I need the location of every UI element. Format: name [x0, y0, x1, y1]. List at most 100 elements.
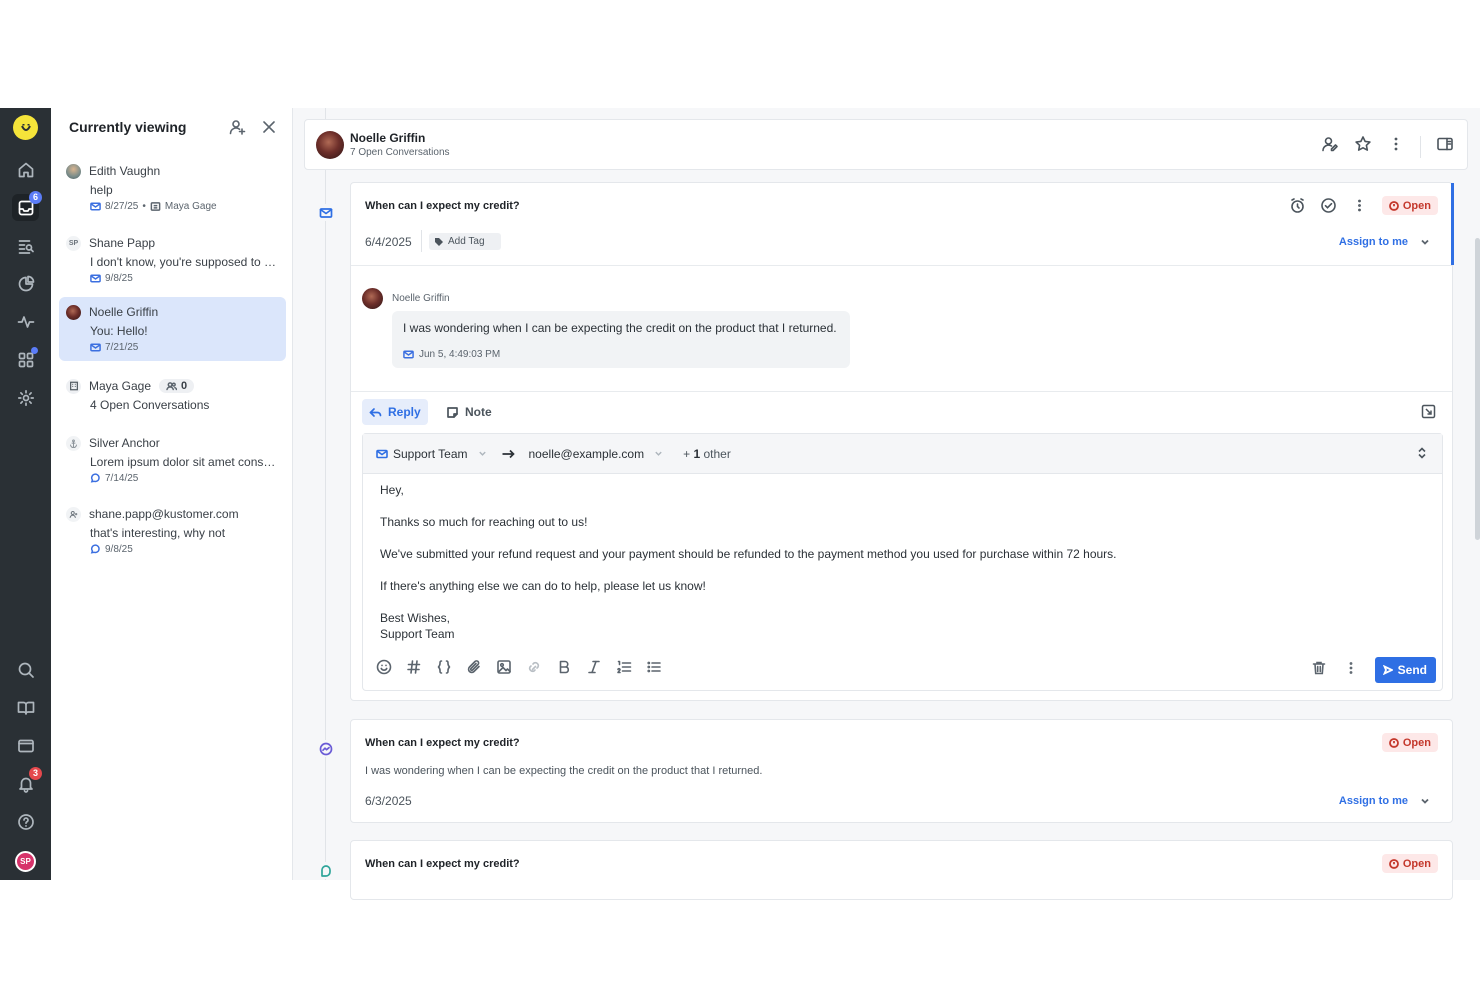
- item-date: 9/8/25: [105, 544, 133, 555]
- image-icon[interactable]: [496, 659, 512, 680]
- send-label: Send: [1397, 663, 1427, 677]
- from-selector[interactable]: Support Team: [376, 447, 468, 461]
- settings-icon[interactable]: [12, 384, 39, 411]
- close-icon[interactable]: [260, 118, 278, 141]
- open-conversations-count: 7 Open Conversations: [350, 147, 450, 158]
- chevron-updown-icon[interactable]: [1415, 446, 1429, 460]
- messenger-channel-icon: [317, 740, 334, 757]
- more-options-icon[interactable]: [1343, 660, 1359, 681]
- bold-icon[interactable]: [556, 659, 572, 680]
- list-item[interactable]: Noelle Griffin You: Hello! 7/21/25: [59, 297, 286, 361]
- toggle-sidebar-icon[interactable]: [1436, 135, 1454, 158]
- list-item[interactable]: Maya Gage 0 4 Open Conversations: [59, 371, 286, 419]
- item-date: 8/27/25: [105, 201, 139, 212]
- status-badge[interactable]: Open: [1381, 854, 1438, 873]
- variables-icon[interactable]: [436, 659, 452, 680]
- item-date: 7/14/25: [105, 473, 139, 484]
- customer-name[interactable]: Noelle Griffin: [350, 131, 425, 145]
- help-icon[interactable]: [12, 808, 39, 835]
- chevron-down-icon[interactable]: [1420, 796, 1430, 806]
- activity-icon[interactable]: [12, 308, 39, 335]
- conversation-title[interactable]: When can I expect my credit?: [365, 858, 520, 870]
- building-icon: [66, 378, 81, 394]
- attachment-icon[interactable]: [466, 659, 482, 680]
- add-tag-button[interactable]: Add Tag: [429, 233, 501, 250]
- customer-header: Noelle Griffin 7 Open Conversations: [304, 119, 1468, 170]
- assign-user-icon[interactable]: [1321, 135, 1339, 158]
- conversation-title[interactable]: When can I expect my credit?: [365, 737, 520, 749]
- hashtag-icon[interactable]: [406, 659, 422, 680]
- add-user-icon[interactable]: [228, 118, 246, 141]
- home-icon[interactable]: [12, 156, 39, 183]
- user-avatar[interactable]: SP: [15, 851, 36, 872]
- arrow-right-icon: [502, 449, 515, 458]
- trash-icon[interactable]: [1311, 660, 1327, 681]
- logo-icon[interactable]: [13, 115, 38, 140]
- chevron-down-icon[interactable]: [654, 449, 663, 458]
- emoji-icon[interactable]: [376, 659, 392, 680]
- scrollbar[interactable]: [1475, 238, 1480, 540]
- star-icon[interactable]: [1354, 135, 1372, 158]
- bullet-list-icon[interactable]: [646, 659, 662, 680]
- chevron-down-icon[interactable]: [1420, 237, 1430, 247]
- other-recipients[interactable]: + 1 other: [683, 447, 731, 461]
- item-message: I don't know, you're supposed to know: [90, 255, 280, 269]
- bullet-separator: •: [142, 201, 146, 212]
- more-options-icon[interactable]: [1387, 135, 1405, 158]
- anchor-icon: [66, 435, 81, 451]
- message-editor[interactable]: Hey, Thanks so much for reaching out to …: [380, 482, 1117, 642]
- reports-icon[interactable]: [12, 270, 39, 297]
- link-icon[interactable]: [526, 659, 542, 680]
- done-icon[interactable]: [1320, 197, 1337, 219]
- snooze-icon[interactable]: [1289, 197, 1306, 219]
- list-item[interactable]: Silver Anchor Lorem ipsum dolor sit amet…: [59, 428, 286, 490]
- conversation-card[interactable]: When can I expect my credit? Open I was …: [350, 719, 1453, 823]
- conversation-card-active[interactable]: When can I expect my credit? Open 6/4/20…: [350, 182, 1454, 701]
- tab-reply[interactable]: Reply: [362, 399, 428, 425]
- item-name: Edith Vaughn: [89, 164, 161, 178]
- list-item[interactable]: Edith Vaughn help 8/27/25 • Maya Gage: [59, 156, 286, 218]
- conversation-timeline: Noelle Griffin 7 Open Conversations When…: [293, 108, 1480, 900]
- divider: [351, 265, 1452, 266]
- item-date: 9/8/25: [105, 273, 133, 284]
- chat-channel-icon: [317, 862, 334, 879]
- search-icon[interactable]: [12, 656, 39, 683]
- user-icon: [66, 506, 81, 522]
- assign-to-me-button[interactable]: Assign to me: [1339, 795, 1430, 807]
- assign-to-me-button[interactable]: Assign to me: [1339, 236, 1430, 248]
- popout-icon[interactable]: [1421, 404, 1436, 424]
- search-list-icon[interactable]: [12, 232, 39, 259]
- knowledge-base-icon[interactable]: [12, 694, 39, 721]
- send-button[interactable]: Send: [1374, 657, 1436, 683]
- status-badge[interactable]: Open: [1381, 196, 1438, 215]
- notifications-count-badge: 3: [29, 767, 42, 780]
- status-badge[interactable]: Open: [1381, 733, 1438, 752]
- other-suffix: other: [703, 446, 731, 461]
- tab-note[interactable]: Note: [441, 399, 497, 425]
- conversation-card[interactable]: When can I expect my credit? Open: [350, 840, 1453, 900]
- message-timestamp: Jun 5, 4:49:03 PM: [419, 349, 501, 360]
- message-author: Noelle Griffin: [392, 293, 450, 304]
- email-icon: [403, 350, 414, 359]
- list-item[interactable]: SP Shane Papp I don't know, you're suppo…: [59, 228, 286, 290]
- window-icon[interactable]: [12, 732, 39, 759]
- more-options-icon[interactable]: [1351, 197, 1368, 219]
- app-shell: 6 3 SP Currently viewing Edith Vaughn he…: [0, 108, 1480, 900]
- conversation-date: 6/3/2025: [365, 794, 412, 808]
- conversation-title[interactable]: When can I expect my credit?: [365, 200, 520, 212]
- chevron-down-icon[interactable]: [478, 449, 487, 458]
- item-name: Noelle Griffin: [89, 305, 159, 319]
- member-count-pill: 0: [159, 379, 195, 393]
- reply-label: Reply: [388, 405, 421, 419]
- editor-line: Hey,: [380, 483, 404, 497]
- customer-avatar[interactable]: [316, 131, 344, 159]
- italic-icon[interactable]: [586, 659, 602, 680]
- message-text: I was wondering when I can be expecting …: [403, 321, 837, 335]
- item-date: 7/21/25: [105, 342, 139, 353]
- list-item[interactable]: shane.papp@kustomer.com that's interesti…: [59, 499, 286, 561]
- to-address[interactable]: noelle@example.com: [529, 447, 645, 461]
- left-rail: 6 3 SP: [0, 108, 51, 880]
- conversation-preview: I was wondering when I can be expecting …: [365, 765, 763, 777]
- numbered-list-icon[interactable]: [616, 659, 632, 680]
- composer-actions: Send: [1311, 657, 1436, 683]
